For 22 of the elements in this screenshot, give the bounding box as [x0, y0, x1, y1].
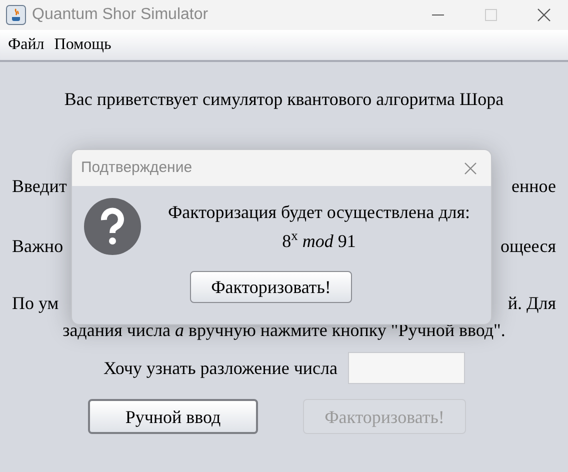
body-text: енное [512, 175, 556, 198]
body-text: Введит [12, 175, 67, 198]
menu-item[interactable]: Файл [8, 33, 44, 57]
dialog-message: Факторизация будет осуществлена для: [168, 201, 470, 224]
body-text: ощееся [500, 235, 556, 258]
instruction-text: задания числа a вручную нажмите кнопку "Ручной ввод". [62, 319, 506, 342]
body-text: й. Для [508, 292, 556, 315]
factorize-button[interactable]: Факторизовать! [190, 271, 352, 303]
field-label: Хочу узнать разложение числа [103, 357, 338, 380]
question-icon [84, 198, 141, 255]
menu-item[interactable]: Помощь [54, 33, 112, 57]
manual-input-button[interactable]: Ручной ввод [88, 399, 258, 434]
window-title: Quantum Shor Simulator [32, 5, 208, 25]
close-icon[interactable] [537, 8, 551, 22]
dialog-title: Подтверждение [81, 158, 192, 178]
number-field[interactable] [348, 352, 465, 384]
close-icon[interactable] [464, 162, 477, 174]
formula-text: 8$^{x}$ mod 91 [282, 228, 356, 253]
body-text: По ум [12, 292, 59, 315]
app-icon [6, 5, 26, 25]
greeting-text: Вас приветствует симулятор квантового алгоритма Шора [64, 88, 504, 111]
body-text: Важно [12, 235, 64, 258]
